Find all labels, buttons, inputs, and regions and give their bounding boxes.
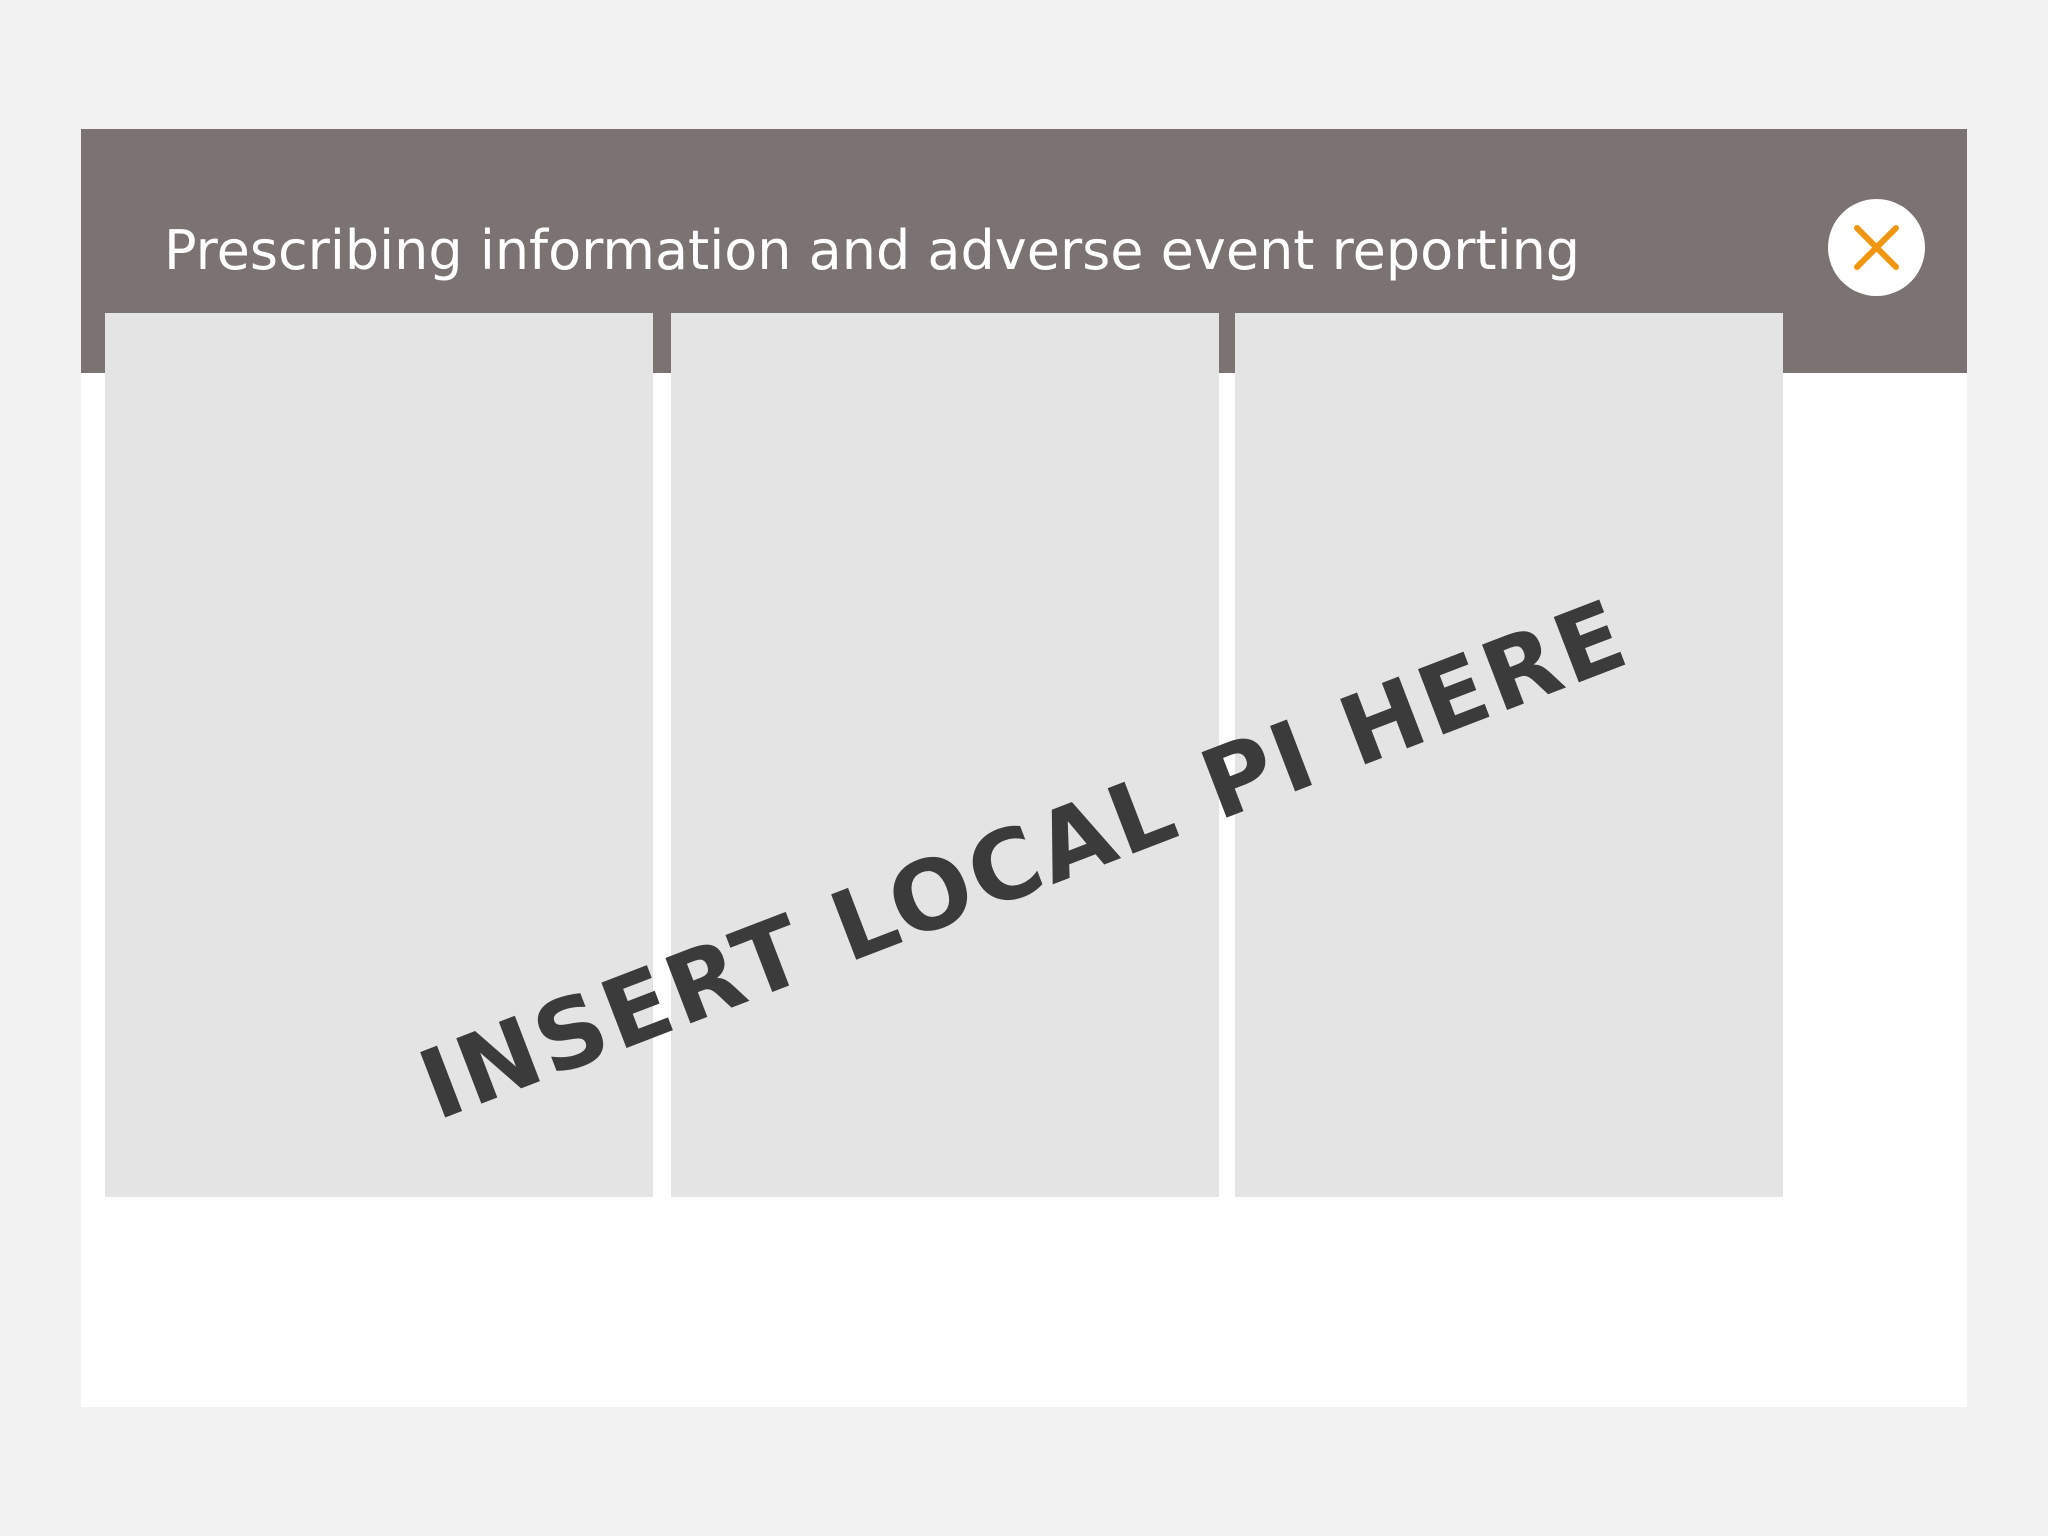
pi-page-panel-2 xyxy=(671,313,1219,1197)
close-button[interactable] xyxy=(1828,199,1925,296)
close-icon xyxy=(1854,225,1899,270)
